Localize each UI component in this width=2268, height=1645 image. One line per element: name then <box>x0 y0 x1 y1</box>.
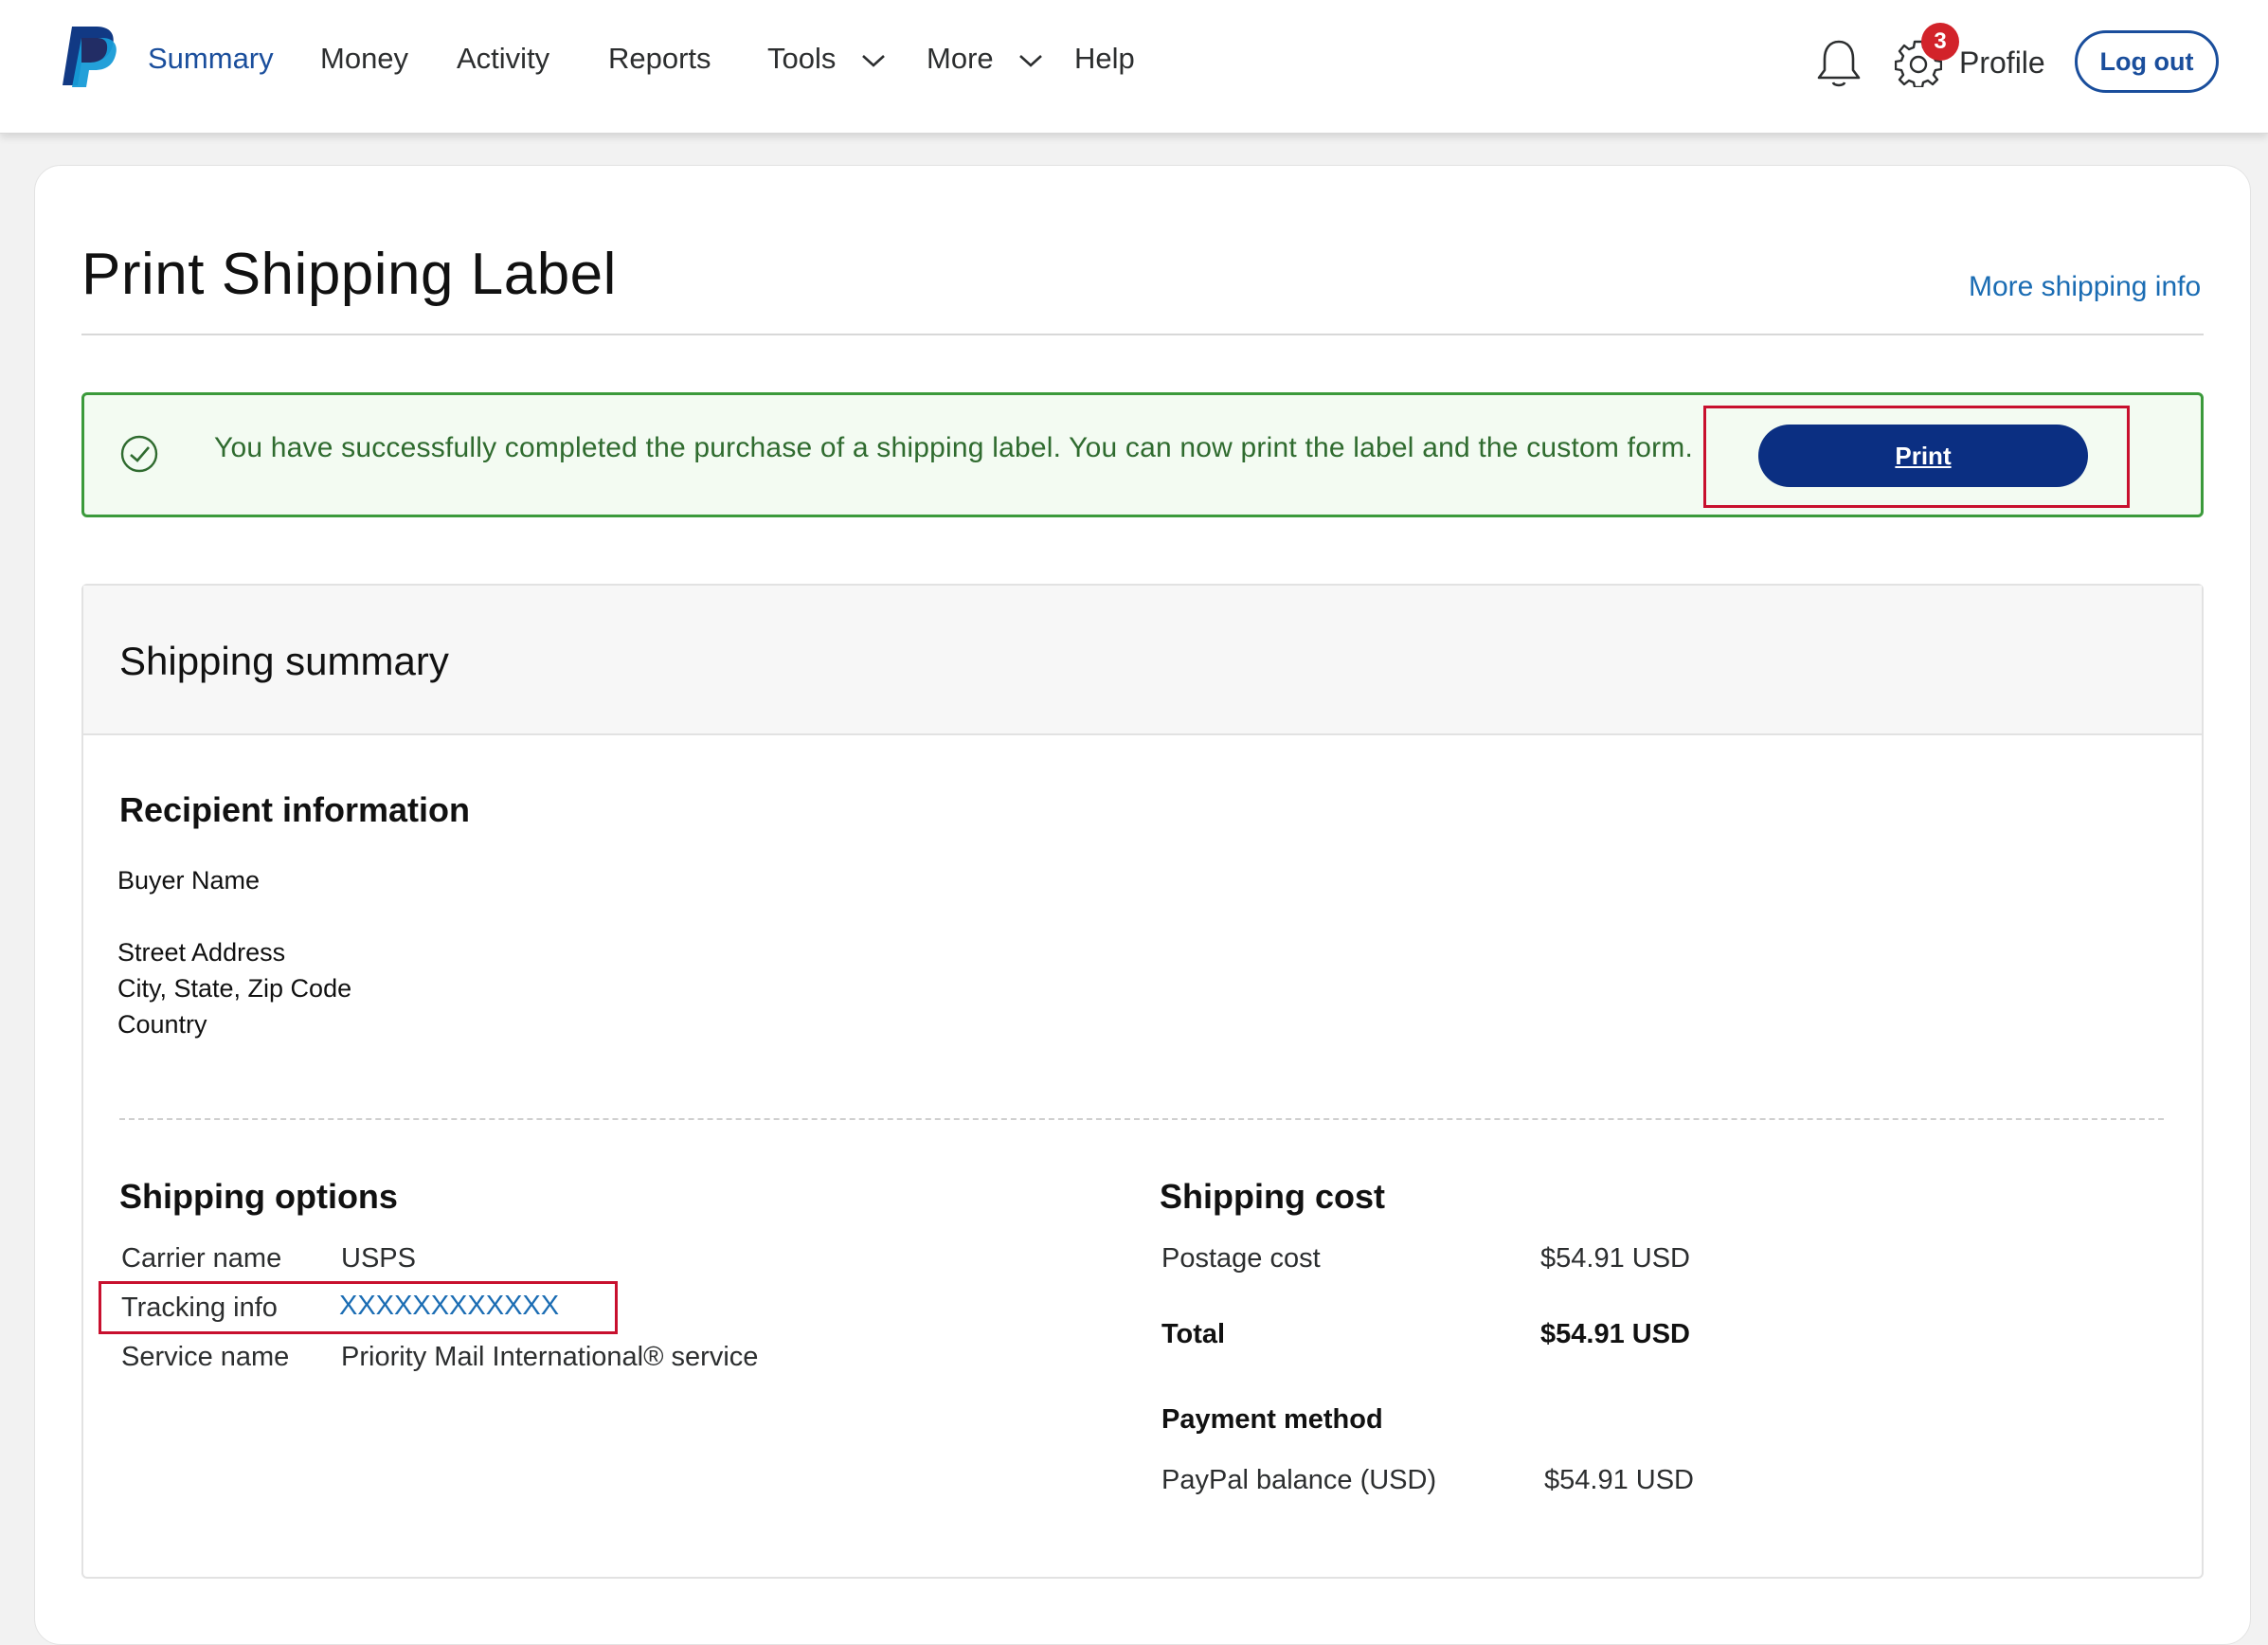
nav-reports[interactable]: Reports <box>608 40 711 78</box>
recipient-city: City, State, Zip Code <box>117 974 352 1003</box>
section-divider <box>119 1118 2164 1120</box>
carrier-name-value: USPS <box>341 1243 416 1274</box>
total-label: Total <box>1161 1319 1226 1349</box>
title-divider <box>81 334 2204 335</box>
more-shipping-info-link[interactable]: More shipping info <box>1969 271 2201 303</box>
nav-money[interactable]: Money <box>320 40 408 78</box>
payment-source-label: PayPal balance (USD) <box>1161 1465 1437 1495</box>
recipient-name: Buyer Name <box>117 866 261 895</box>
nav-more-label: More <box>927 42 994 75</box>
nav-summary[interactable]: Summary <box>148 40 274 78</box>
top-navigation-bar: Summary Money Activity Reports Tools Mor… <box>0 0 2268 134</box>
nav-activity[interactable]: Activity <box>457 40 549 78</box>
postage-cost-label: Postage cost <box>1161 1243 1321 1274</box>
carrier-name-label: Carrier name <box>121 1243 282 1274</box>
postage-cost-value: $54.91 USD <box>1540 1243 1690 1274</box>
page-title: Print Shipping Label <box>81 242 617 307</box>
recipient-country: Country <box>117 1010 207 1039</box>
payment-amount-value: $54.91 USD <box>1544 1465 1694 1495</box>
service-name-label: Service name <box>121 1342 290 1372</box>
check-circle-icon <box>120 435 158 473</box>
notification-badge: 3 <box>1921 23 1959 61</box>
profile-link[interactable]: Profile <box>1959 45 2045 81</box>
nav-tools[interactable]: Tools <box>767 40 886 78</box>
print-button[interactable]: Print <box>1758 425 2088 487</box>
success-message: You have successfully completed the purc… <box>214 432 1693 463</box>
shipping-summary-title: Shipping summary <box>119 639 449 683</box>
logout-button[interactable]: Log out <box>2075 30 2219 93</box>
service-name-value: Priority Mail International® service <box>341 1342 759 1372</box>
recipient-street: Street Address <box>117 938 286 967</box>
chevron-down-icon <box>1019 54 1043 67</box>
bell-icon[interactable] <box>1815 38 1863 89</box>
recipient-information-heading: Recipient information <box>119 790 471 829</box>
shipping-options-heading: Shipping options <box>119 1177 398 1216</box>
nav-tools-label: Tools <box>767 42 837 75</box>
shipping-cost-heading: Shipping cost <box>1160 1177 1385 1216</box>
tracking-number-link[interactable]: XXXXXXXXXXXX <box>339 1291 559 1322</box>
total-value: $54.91 USD <box>1540 1319 1690 1349</box>
nav-help[interactable]: Help <box>1074 40 1135 78</box>
payment-method-heading: Payment method <box>1161 1404 1383 1435</box>
tracking-info-label: Tracking info <box>121 1292 278 1323</box>
paypal-logo[interactable] <box>59 25 119 87</box>
nav-more[interactable]: More <box>927 40 1043 78</box>
chevron-down-icon <box>862 54 885 67</box>
